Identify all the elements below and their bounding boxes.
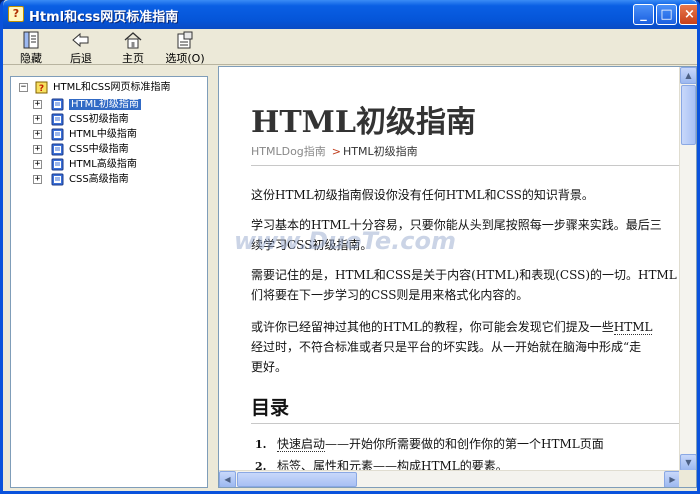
- home-icon: [124, 32, 142, 49]
- breadcrumb-current: HTML初级指南: [343, 145, 418, 158]
- paragraph-3-line-2: 们将要在下一步学习的CSS则是用来格式化内容的。: [251, 288, 529, 302]
- toc-divider: [251, 423, 681, 424]
- breadcrumb-separator: >: [331, 145, 342, 158]
- toolbar: 隐藏 后退 主页 选项(O): [3, 29, 697, 65]
- book-icon: [51, 143, 64, 156]
- maximize-button[interactable]: □: [656, 4, 677, 25]
- tree-item[interactable]: HTML初级指南: [69, 97, 141, 112]
- window-title: Html和css网页标准指南: [29, 10, 179, 25]
- tree-expand-toggle[interactable]: +: [33, 100, 42, 109]
- scroll-up-icon[interactable]: ▲: [680, 67, 696, 84]
- paragraph-1: 这份HTML初级指南假设你没有任何HTML和CSS的知识背景。: [251, 188, 594, 202]
- paragraph-4-line-3: 更好。: [251, 360, 288, 374]
- vertical-scrollbar[interactable]: ▲ ▼: [679, 67, 696, 471]
- svg-text:?: ?: [39, 84, 44, 94]
- tree-expand-toggle[interactable]: +: [33, 160, 42, 169]
- book-icon: [51, 113, 64, 126]
- back-label: 后退: [70, 52, 92, 65]
- toc-item: 1. 快速启动——开始你所需要做的和创作你的第一个HTML页面: [255, 435, 604, 454]
- tree-item[interactable]: CSS高级指南: [69, 172, 129, 187]
- minimize-button[interactable]: _: [633, 4, 654, 25]
- tree-collapse-toggle[interactable]: −: [19, 83, 28, 92]
- book-icon: [51, 158, 64, 171]
- options-button[interactable]: 选项(O): [163, 31, 207, 65]
- scrollbar-corner: [679, 470, 696, 487]
- content-page: HTML初级指南 HTMLDog指南 > HTML初级指南 这份HTML初级指南假设…: [219, 67, 681, 471]
- content-pane: HTML初级指南 HTMLDog指南 > HTML初级指南 这份HTML初级指南假设…: [218, 66, 697, 488]
- book-icon: [51, 128, 64, 141]
- tree-item-label: HTML中级指南: [69, 129, 137, 140]
- back-button[interactable]: 后退: [65, 31, 97, 65]
- tree-item[interactable]: CSS中级指南: [69, 142, 129, 157]
- toc-item: 2. 标签、属性和元素——构成HTML的要素。: [255, 457, 508, 471]
- pane-splitter[interactable]: [210, 67, 217, 488]
- book-icon: [51, 98, 64, 111]
- horizontal-scrollbar[interactable]: ◀ ▶: [219, 470, 681, 487]
- contents-tree[interactable]: − ? HTML和CSS网页标准指南 + HTML初级指南 + CSS初级指南 + HTM…: [10, 76, 208, 488]
- hide-button[interactable]: 隐藏: [15, 31, 47, 65]
- toc-item-text: ——开始你所需要做的和创作你的第一个HTML页面: [325, 437, 604, 451]
- tree-item-label: CSS初级指南: [69, 114, 129, 125]
- toc-heading: 目录: [251, 397, 290, 419]
- tree-root-label[interactable]: HTML和CSS网页标准指南: [53, 80, 171, 95]
- tree-expand-toggle[interactable]: +: [33, 130, 42, 139]
- help-book-icon: ?: [8, 6, 24, 22]
- html-link[interactable]: HTML: [613, 320, 653, 335]
- title-bar[interactable]: ? Html和css网页标准指南 _ □ ×: [3, 0, 697, 29]
- app-window: ? Html和css网页标准指南 _ □ × 隐藏 后退 主页 选项(O) − …: [0, 0, 700, 494]
- book-icon: [51, 173, 64, 186]
- paragraph-4-text: 或许你已经留神过其他的HTML的教程，你可能会发现它们提及一些: [251, 320, 614, 334]
- breadcrumb-parent-link[interactable]: HTMLDog指南: [251, 145, 326, 158]
- options-label: 选项(O): [165, 52, 205, 65]
- options-icon: [177, 31, 193, 49]
- tree-item[interactable]: HTML高级指南: [69, 157, 137, 172]
- paragraph-4-line-1: 或许你已经留神过其他的HTML的教程，你可能会发现它们提及一些HTML: [251, 317, 653, 337]
- hide-pane-icon: [23, 31, 39, 49]
- scroll-down-icon[interactable]: ▼: [680, 454, 696, 471]
- scroll-left-icon[interactable]: ◀: [219, 471, 236, 487]
- tree-item[interactable]: HTML中级指南: [69, 127, 137, 142]
- tree-item-label: HTML初级指南: [69, 99, 141, 110]
- help-book-icon: ?: [35, 81, 48, 94]
- toc-item-number: 1.: [255, 438, 267, 451]
- tree-item[interactable]: CSS初级指南: [69, 112, 129, 127]
- paragraph-4-line-2: 经过时，不符合标准或者只是平台的坏实践。从一开始就在脑海中形成“走: [251, 340, 642, 354]
- tree-expand-toggle[interactable]: +: [33, 145, 42, 154]
- hide-label: 隐藏: [20, 52, 42, 65]
- tree-expand-toggle[interactable]: +: [33, 115, 42, 124]
- home-label: 主页: [122, 52, 144, 65]
- divider: [251, 165, 681, 166]
- toc-item-link[interactable]: 快速启动: [277, 437, 326, 452]
- horizontal-scroll-thumb[interactable]: [237, 472, 357, 487]
- page-title: HTML初级指南: [251, 105, 476, 140]
- home-button[interactable]: 主页: [117, 31, 149, 65]
- watermark: www.DuoTe.com: [234, 227, 456, 255]
- paragraph-3-line-1: 需要记住的是，HTML和CSS是关于内容(HTML)和表现(CSS)的一切。HT…: [251, 268, 677, 282]
- breadcrumb: HTMLDog指南 > HTML初级指南: [251, 143, 418, 159]
- back-arrow-icon: [72, 32, 89, 48]
- tree-item-label: CSS中级指南: [69, 144, 129, 155]
- tree-item-label: HTML高级指南: [69, 159, 137, 170]
- tree-item-label: CSS高级指南: [69, 174, 129, 185]
- close-button[interactable]: ×: [679, 4, 697, 25]
- vertical-scroll-thumb[interactable]: [681, 85, 696, 145]
- tree-expand-toggle[interactable]: +: [33, 175, 42, 184]
